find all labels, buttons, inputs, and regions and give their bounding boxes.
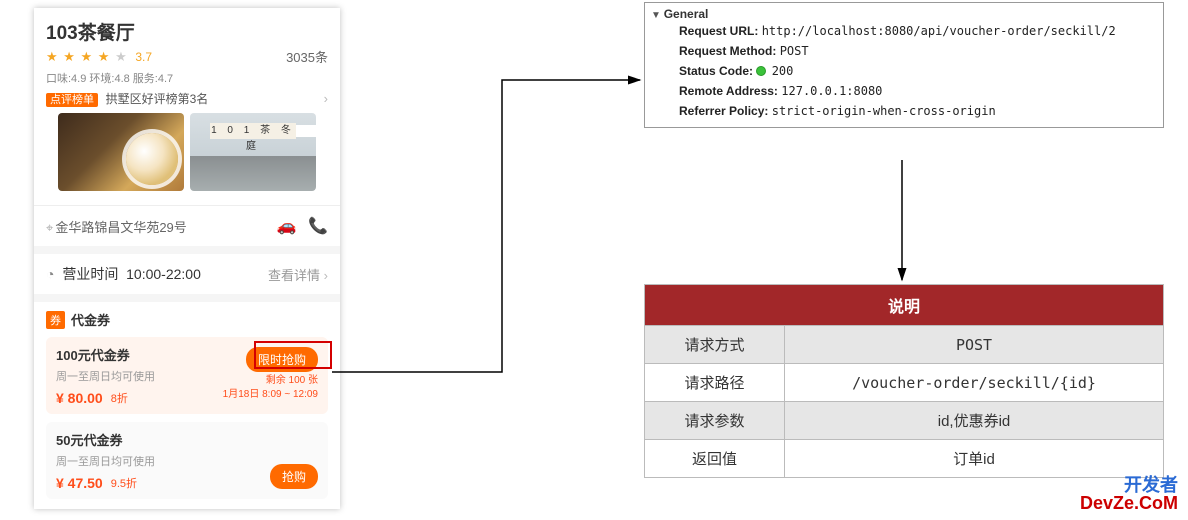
chevron-right-icon: › (324, 91, 328, 106)
hours-row[interactable]: ◔ 营业时间 10:00-22:00 查看详情 › (34, 246, 340, 294)
car-icon[interactable]: 🚗 (277, 218, 297, 235)
seckill-button[interactable]: 限时抢购 (246, 347, 318, 372)
watermark: 开发者 DevZe.CoM (1080, 476, 1178, 512)
voucher-section: 券 代金券 100元代金券 周一至周日均可使用 ¥ 80.00 8折 限时抢购 … (34, 294, 340, 509)
spec-header: 说明 (645, 285, 1164, 326)
spec-val: /voucher-order/seckill/{id} (785, 364, 1164, 402)
rank-left: 点评榜单 拱墅区好评榜第3名 (46, 90, 208, 107)
status-dot-icon (756, 66, 766, 76)
voucher-tag: 券 (46, 311, 65, 329)
phone-icon[interactable]: 📞 (308, 218, 328, 235)
table-row: 请求路径/voucher-order/seckill/{id} (645, 364, 1164, 402)
status-code-row: Status Code: 200 (651, 61, 1157, 81)
devtools-panel: General Request URL: http://localhost:80… (644, 2, 1164, 128)
star-icon: ★ ★ ★ ★ ★ (46, 49, 128, 64)
spec-table: 说明 请求方式POST 请求路径/voucher-order/seckill/{… (644, 284, 1164, 478)
voucher-price: ¥ 80.00 (56, 390, 103, 406)
star-group: ★ ★ ★ ★ ★ 3.7 (46, 49, 152, 65)
request-method-row: Request Method: POST (651, 41, 1157, 61)
address-text: ⌖金华路锦昌文华苑29号 (46, 217, 187, 236)
address-value: 金华路锦昌文华苑29号 (55, 220, 186, 235)
mobile-header: 103茶餐厅 ★ ★ ★ ★ ★ 3.7 3035条 口味:4.9 环境:4.8… (34, 8, 340, 195)
clock-icon: ◔ (46, 266, 54, 282)
voucher-discount: 8折 (111, 390, 128, 406)
spec-key: 请求参数 (645, 402, 785, 440)
hours-label: 营业时间 (62, 266, 118, 282)
request-method-label: Request Method: (679, 44, 776, 58)
photo-1[interactable] (58, 113, 184, 191)
photo-strip[interactable]: 1 0 1 茶 冬 庭 (46, 113, 328, 191)
hours-more-text: 查看详情 (268, 268, 320, 283)
request-url-value: http://localhost:8080/api/voucher-order/… (762, 24, 1116, 38)
watermark-line1: 开发者 (1080, 476, 1178, 494)
spec-key: 请求路径 (645, 364, 785, 402)
voucher-head-text: 代金券 (71, 310, 110, 329)
rank-badge: 点评榜单 (46, 93, 98, 107)
referrer-label: Referrer Policy: (679, 104, 768, 118)
hours-value: 10:00-22:00 (126, 266, 201, 282)
request-url-label: Request URL: (679, 24, 758, 38)
hours-more[interactable]: 查看详情 › (268, 265, 328, 284)
address-icons: 🚗 📞 (269, 216, 328, 236)
spec-val: id,优惠券id (785, 402, 1164, 440)
sub-scores: 口味:4.9 环境:4.8 服务:4.7 (46, 70, 328, 86)
remote-address-row: Remote Address: 127.0.0.1:8080 (651, 81, 1157, 101)
table-row: 返回值订单id (645, 440, 1164, 478)
rating-score: 3.7 (135, 50, 152, 64)
voucher-card-2: 50元代金券 周一至周日均可使用 ¥ 47.50 9.5折 抢购 (46, 422, 328, 499)
rank-row[interactable]: 点评榜单 拱墅区好评榜第3名 › (46, 90, 328, 107)
pin-icon: ⌖ (46, 220, 53, 235)
photo-2-sign: 1 0 1 茶 冬 庭 (210, 123, 296, 139)
table-row: 请求方式POST (645, 326, 1164, 364)
table-row: 请求参数id,优惠券id (645, 402, 1164, 440)
spec-key: 返回值 (645, 440, 785, 478)
restaurant-title: 103茶餐厅 (46, 18, 328, 45)
chevron-right-icon: › (324, 268, 328, 283)
spec-val: 订单id (785, 440, 1164, 478)
referrer-value: strict-origin-when-cross-origin (772, 104, 996, 118)
photo-2[interactable]: 1 0 1 茶 冬 庭 (190, 113, 316, 191)
voucher-title: 50元代金券 (56, 430, 318, 449)
voucher-discount: 9.5折 (111, 475, 137, 491)
spec-key: 请求方式 (645, 326, 785, 364)
address-row[interactable]: ⌖金华路锦昌文华苑29号 🚗 📞 (34, 206, 340, 246)
review-count: 3035条 (286, 47, 328, 66)
hours-left: ◔ 营业时间 10:00-22:00 (46, 264, 201, 284)
mobile-card: 103茶餐厅 ★ ★ ★ ★ ★ 3.7 3035条 口味:4.9 环境:4.8… (34, 8, 340, 509)
referrer-row: Referrer Policy: strict-origin-when-cros… (651, 101, 1157, 121)
voucher-price: ¥ 47.50 (56, 475, 103, 491)
status-code-value: 200 (772, 64, 794, 78)
request-url-row: Request URL: http://localhost:8080/api/v… (651, 21, 1157, 41)
remote-address-value: 127.0.0.1:8080 (781, 84, 882, 98)
remote-address-label: Remote Address: (679, 84, 778, 98)
voucher-remain: 剩余 100 张 (266, 371, 318, 386)
rating-row: ★ ★ ★ ★ ★ 3.7 3035条 (46, 47, 328, 66)
spec-val: POST (785, 326, 1164, 364)
voucher-heading: 券 代金券 (46, 310, 328, 329)
request-method-value: POST (780, 44, 809, 58)
voucher-card-1: 100元代金券 周一至周日均可使用 ¥ 80.00 8折 限时抢购 剩余 100… (46, 337, 328, 414)
rank-text: 拱墅区好评榜第3名 (106, 92, 209, 106)
voucher-window: 1月18日 8:09 ~ 12:09 (223, 385, 318, 400)
devtools-section-label[interactable]: General (651, 7, 1157, 21)
buy-button[interactable]: 抢购 (270, 464, 318, 489)
watermark-line2: DevZe.CoM (1080, 494, 1178, 512)
status-code-label: Status Code: (679, 64, 753, 78)
